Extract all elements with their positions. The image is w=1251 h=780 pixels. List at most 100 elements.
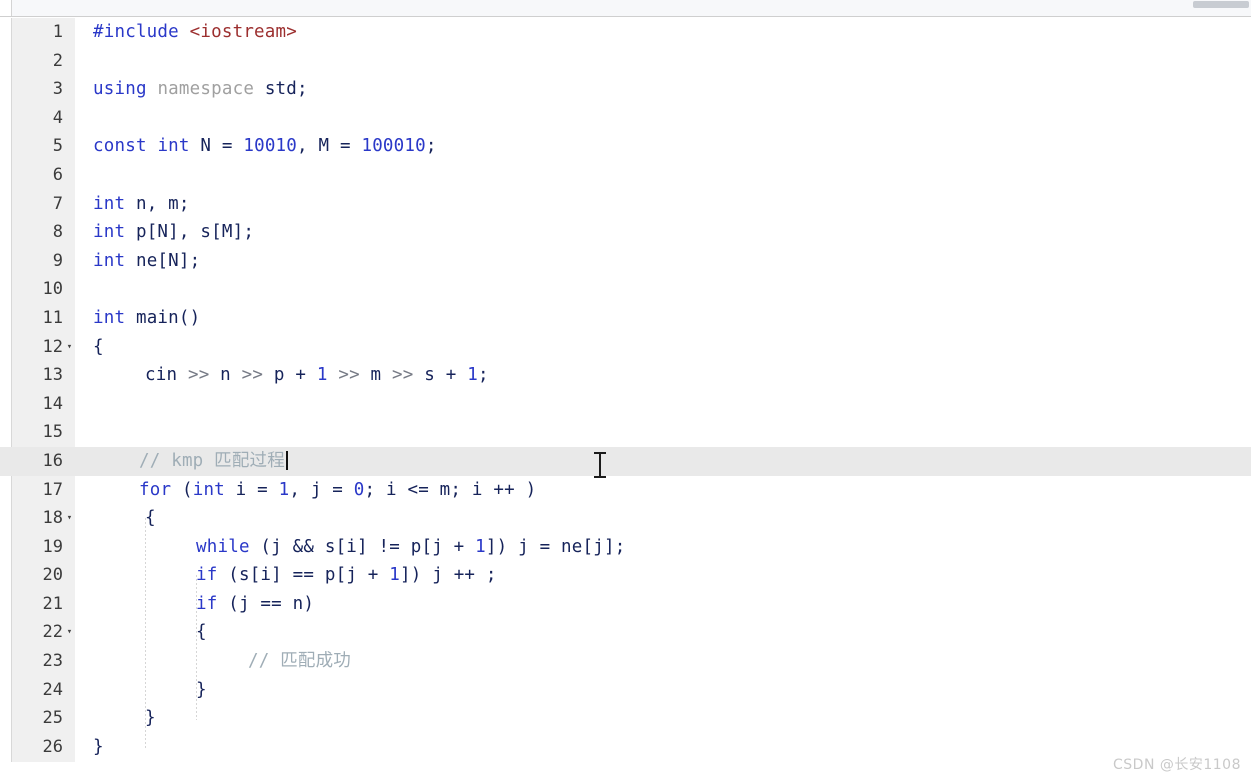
line-number: 25: [42, 708, 63, 729]
code-row-active[interactable]: 16 // kmp 匹配过程: [0, 446, 1251, 476]
code-row[interactable]: 12 ▾ {: [0, 333, 1251, 362]
token-namespace: namespace: [157, 79, 255, 100]
token-number: 1: [475, 536, 486, 557]
token-type: int: [93, 250, 126, 271]
line-number: 18: [42, 508, 63, 529]
token-keyword: if: [196, 593, 218, 614]
code-text[interactable]: int p[N], s[M];: [93, 218, 254, 247]
token-keyword: if: [196, 565, 218, 586]
token-brace: }: [196, 679, 207, 700]
code-row[interactable]: 13 cin >> n >> p + 1 >> m >> s + 1;: [0, 361, 1251, 390]
token-preprocessor: #include: [93, 22, 179, 42]
token-identifier: p[N], s[M];: [125, 222, 255, 243]
code-row[interactable]: 1 #include <iostream>: [0, 18, 1251, 47]
code-row[interactable]: 23 // 匹配成功: [0, 647, 1251, 676]
code-row[interactable]: 9 int ne[N];: [0, 247, 1251, 276]
code-row[interactable]: 18 ▾ {: [0, 504, 1251, 533]
code-row[interactable]: 25 }: [0, 704, 1251, 733]
token-operator: >>: [187, 365, 210, 386]
line-number: 26: [42, 736, 63, 757]
code-row[interactable]: 20 if (s[i] == p[j + 1]) j ++ ;: [0, 561, 1251, 590]
token-expression: ]) j = ne[j];: [485, 536, 626, 557]
token-comment: // 匹配成功: [248, 651, 352, 672]
code-editor-window: 1 #include <iostream> 2 3 using namespac…: [0, 0, 1251, 780]
token-punct: ;: [477, 365, 489, 386]
code-text[interactable]: int main(): [93, 304, 200, 333]
token-number: 10010: [243, 136, 298, 157]
token-expression: (s[i] == p[j +: [217, 565, 390, 586]
token-number: 1: [467, 365, 478, 386]
code-row[interactable]: 19 while (j && s[i] != p[j + 1]) j = ne[…: [0, 533, 1251, 562]
code-row[interactable]: 26 }: [0, 733, 1251, 762]
code-text[interactable]: {: [145, 504, 156, 533]
fold-triangle-icon[interactable]: ▾: [64, 618, 75, 647]
code-row[interactable]: 22 ▾ {: [0, 618, 1251, 647]
token-brace: }: [93, 736, 104, 757]
editor-toolbar-strip: [0, 0, 1251, 17]
code-row[interactable]: 5 const int N = 10010, M = 100010;: [0, 132, 1251, 161]
token-identifier: n, m;: [125, 193, 190, 214]
fold-triangle-icon[interactable]: ▾: [64, 333, 75, 362]
code-row[interactable]: 21 if (j == n): [0, 590, 1251, 619]
token-number: 1: [278, 479, 290, 500]
line-number: 12: [42, 336, 63, 357]
line-number: 21: [42, 593, 63, 614]
token-brace: {: [196, 622, 207, 643]
token-keyword: while: [196, 536, 250, 557]
code-text[interactable]: }: [145, 704, 156, 733]
line-number: 22: [42, 622, 63, 643]
code-text[interactable]: const int N = 10010, M = 100010;: [93, 132, 437, 161]
code-row[interactable]: 17 for (int i = 1, j = 0; i <= m; i ++ ): [0, 476, 1251, 505]
code-text[interactable]: if (s[i] == p[j + 1]) j ++ ;: [196, 561, 497, 590]
code-text[interactable]: }: [93, 733, 104, 762]
code-row[interactable]: 10: [0, 275, 1251, 304]
code-row[interactable]: 8 int p[N], s[M];: [0, 218, 1251, 247]
code-text[interactable]: #include <iostream>: [93, 18, 297, 47]
code-text[interactable]: // 匹配成功: [248, 647, 351, 676]
code-text[interactable]: while (j && s[i] != p[j + 1]) j = ne[j];: [196, 533, 625, 562]
token-function: main(): [125, 307, 201, 328]
code-text[interactable]: using namespace std;: [93, 75, 308, 104]
token-identifier: , j =: [289, 479, 354, 500]
code-text[interactable]: int n, m;: [93, 190, 190, 219]
code-text[interactable]: {: [93, 333, 104, 362]
code-text[interactable]: for (int i = 1, j = 0; i <= m; i ++ ): [139, 476, 536, 505]
token-expression: (j && s[i] != p[j +: [249, 536, 476, 557]
code-editor-area[interactable]: 1 #include <iostream> 2 3 using namespac…: [0, 18, 1251, 762]
code-row[interactable]: 14: [0, 390, 1251, 419]
line-number: 15: [42, 422, 63, 443]
token-expression: (j == n): [217, 593, 315, 614]
token-identifier: m: [359, 365, 393, 386]
horizontal-scrollbar-thumb[interactable]: [1193, 1, 1249, 8]
line-number: 13: [42, 365, 63, 386]
code-row[interactable]: 11 int main(): [0, 304, 1251, 333]
token-keyword: using: [93, 79, 147, 100]
code-row[interactable]: 3 using namespace std;: [0, 75, 1251, 104]
code-text[interactable]: // kmp 匹配过程: [139, 447, 288, 476]
token-identifier: N =: [189, 136, 244, 157]
token-keyword: for: [139, 479, 172, 500]
text-caret: [285, 450, 288, 470]
token-identifier: s +: [413, 365, 468, 386]
line-number: 17: [42, 479, 63, 500]
code-row[interactable]: 4: [0, 104, 1251, 133]
code-row[interactable]: 15: [0, 418, 1251, 447]
line-number: 23: [42, 651, 63, 672]
token-type: int: [157, 136, 190, 157]
token-brace: {: [145, 508, 156, 529]
fold-triangle-icon[interactable]: ▾: [64, 504, 75, 533]
code-lines: 1 #include <iostream> 2 3 using namespac…: [0, 18, 1251, 761]
code-text[interactable]: }: [196, 676, 207, 705]
code-row[interactable]: 7 int n, m;: [0, 190, 1251, 219]
code-row[interactable]: 6: [0, 161, 1251, 190]
line-number: 5: [52, 136, 63, 157]
code-text[interactable]: int ne[N];: [93, 247, 200, 276]
code-row[interactable]: 2: [0, 47, 1251, 76]
code-text[interactable]: cin >> n >> p + 1 >> m >> s + 1;: [145, 361, 489, 390]
code-text[interactable]: if (j == n): [196, 590, 314, 619]
token-type: int: [93, 307, 126, 328]
code-text[interactable]: {: [196, 618, 207, 647]
code-row[interactable]: 24 }: [0, 676, 1251, 705]
token-header: <iostream>: [189, 22, 297, 42]
